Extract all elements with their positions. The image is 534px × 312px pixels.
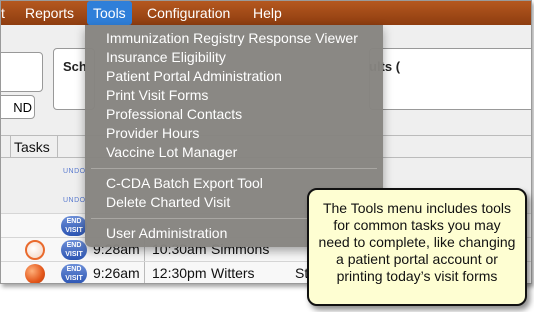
column-divider	[10, 135, 11, 157]
status-circle-icon[interactable]	[25, 240, 45, 260]
menu-item-partial[interactable]: t	[1, 1, 11, 25]
column-divider	[144, 262, 145, 283]
menu-immunization-registry-response-viewer[interactable]: Immunization Registry Response Viewer	[106, 29, 358, 48]
menu-provider-hours[interactable]: Provider Hours	[106, 124, 199, 143]
column-divider	[57, 135, 58, 157]
undo-link[interactable]: UNDO	[63, 197, 86, 204]
menu-help[interactable]: Help	[247, 1, 288, 25]
column-header-tasks: Tasks	[14, 139, 50, 155]
schedule-panel-label: Sch	[63, 59, 87, 74]
menu-delete-charted-visit[interactable]: Delete Charted Visit	[106, 193, 230, 212]
menu-user-administration[interactable]: User Administration	[106, 224, 227, 243]
patient-name: Witters	[211, 265, 255, 281]
menu-insurance-eligibility[interactable]: Insurance Eligibility	[106, 48, 226, 67]
status-circle-icon[interactable]	[25, 264, 45, 283]
end-button[interactable]: ND	[1, 95, 35, 119]
menu-bar: t Reports Tools Configuration Help	[1, 1, 531, 25]
menu-reports[interactable]: Reports	[19, 1, 80, 25]
menu-separator	[91, 168, 377, 169]
menu-configuration[interactable]: Configuration	[141, 1, 236, 25]
menu-print-visit-forms[interactable]: Print Visit Forms	[106, 86, 208, 105]
menu-professional-contacts[interactable]: Professional Contacts	[106, 105, 242, 124]
left-panel-box[interactable]	[1, 52, 43, 92]
menu-tools[interactable]: Tools	[87, 1, 132, 25]
undo-link[interactable]: UNDO	[63, 168, 86, 175]
menu-patient-portal-administration[interactable]: Patient Portal Administration	[106, 67, 282, 86]
arrival-time: 9:26am	[93, 265, 140, 281]
end-visit-button[interactable]: END VISIT	[61, 264, 87, 283]
results-panel	[369, 48, 531, 110]
tooltip-callout: The Tools menu includes tools for common…	[307, 188, 527, 306]
end-visit-button[interactable]: END VISIT	[61, 216, 87, 236]
menu-ccda-batch-export-tool[interactable]: C-CDA Batch Export Tool	[106, 174, 263, 193]
appointment-time: 12:30pm	[152, 265, 207, 281]
menu-vaccine-lot-manager[interactable]: Vaccine Lot Manager	[106, 143, 237, 162]
end-visit-button[interactable]: END VISIT	[61, 240, 87, 260]
